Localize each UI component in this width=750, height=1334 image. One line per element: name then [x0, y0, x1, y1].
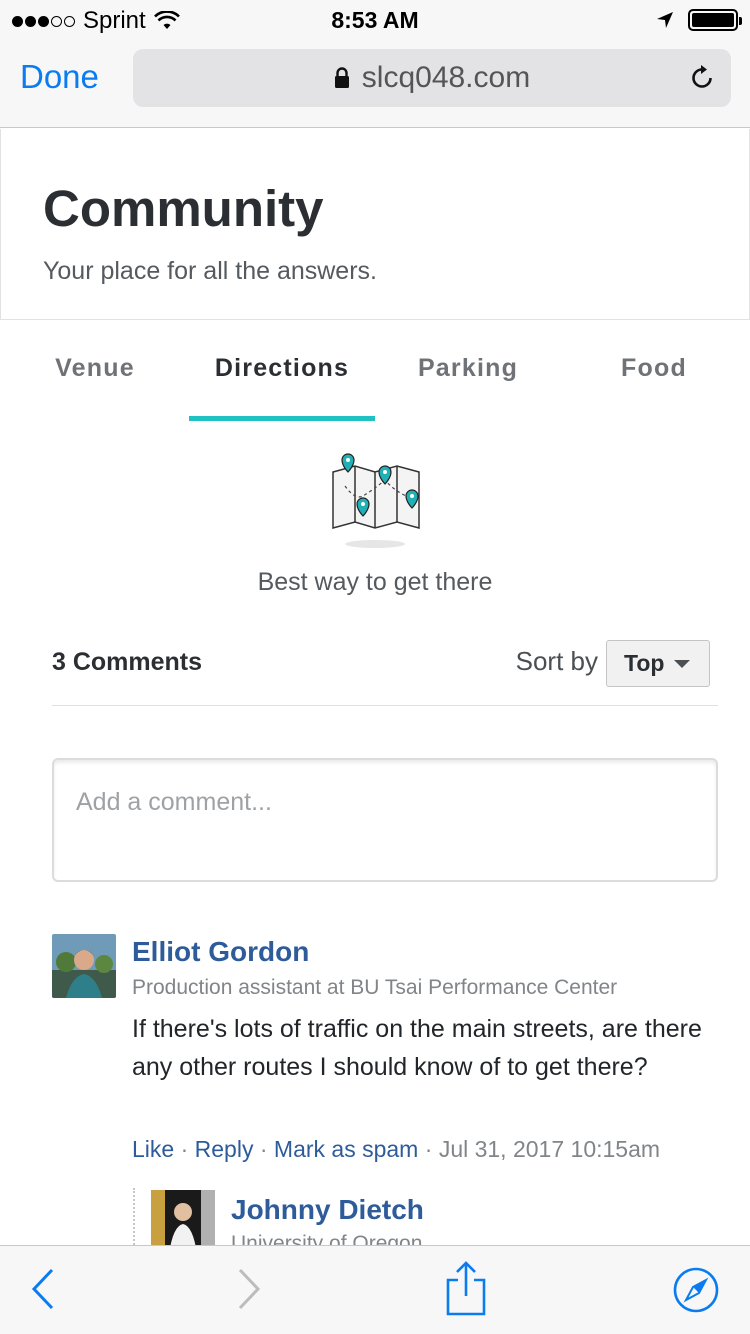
status-right — [656, 9, 742, 31]
url-bar[interactable]: slcq048.com — [133, 49, 731, 107]
comments-header: 3 Comments Sort by Top — [52, 636, 718, 706]
comment-body: If there's lots of traffic on the main s… — [132, 1015, 702, 1081]
browser-nav-bar: Done slcq048.com — [0, 40, 750, 128]
forward-icon[interactable] — [236, 1266, 262, 1312]
hero-caption: Best way to get there — [257, 568, 493, 596]
lock-icon — [334, 67, 349, 88]
page-header: Community Your place for all the answers… — [0, 129, 750, 320]
page-subtitle: Your place for all the answers. — [43, 257, 377, 285]
reply-link[interactable]: Reply — [195, 1136, 254, 1162]
map-pins-icon — [332, 453, 420, 548]
separator-dot: · — [259, 1136, 274, 1162]
tab-food[interactable]: Food — [561, 354, 747, 383]
sort-value: Top — [624, 650, 665, 676]
comment-author-name[interactable]: Elliot Gordon — [132, 936, 309, 968]
page-title: Community — [43, 180, 324, 237]
mark-spam-link[interactable]: Mark as spam — [274, 1136, 418, 1162]
url-display: slcq048.com — [133, 49, 731, 107]
topic-tabs: Venue Directions Parking Food — [0, 340, 750, 424]
like-link[interactable]: Like — [132, 1136, 174, 1162]
comment-input[interactable] — [76, 788, 676, 817]
back-icon[interactable] — [30, 1266, 56, 1312]
separator-dot: · — [180, 1136, 195, 1162]
safari-compass-icon[interactable] — [672, 1266, 720, 1314]
done-button[interactable]: Done — [20, 58, 99, 96]
comment-actions: Like · Reply · Mark as spam · Jul 31, 20… — [132, 1136, 660, 1163]
comment-input-box[interactable] — [52, 758, 718, 882]
share-icon[interactable] — [444, 1260, 488, 1316]
tab-venue[interactable]: Venue — [0, 354, 190, 383]
sort-select[interactable]: Top — [606, 640, 710, 687]
separator-dot: · — [424, 1136, 439, 1162]
status-bar: Sprint 8:53 AM — [0, 0, 750, 40]
browser-toolbar — [0, 1245, 750, 1334]
reply-author-name[interactable]: Johnny Dietch — [231, 1194, 424, 1226]
sort-label: Sort by — [515, 646, 598, 676]
avatar[interactable] — [52, 934, 116, 998]
tab-directions[interactable]: Directions — [189, 354, 375, 383]
reply-item: Johnny Dietch University of Oregon — [133, 1188, 733, 1255]
reload-icon[interactable] — [687, 63, 717, 93]
url-text: slcq048.com — [361, 61, 531, 94]
battery-icon — [688, 9, 742, 31]
comment-author-role: Production assistant at BU Tsai Performa… — [132, 976, 618, 999]
status-time: 8:53 AM — [331, 7, 419, 33]
location-arrow-icon — [657, 12, 673, 28]
tab-parking[interactable]: Parking — [375, 354, 561, 383]
chevron-down-icon — [674, 659, 691, 668]
comment-timestamp: Jul 31, 2017 10:15am — [438, 1136, 661, 1162]
active-tab-indicator — [189, 416, 375, 421]
comment-count: 3 Comments — [52, 648, 203, 676]
